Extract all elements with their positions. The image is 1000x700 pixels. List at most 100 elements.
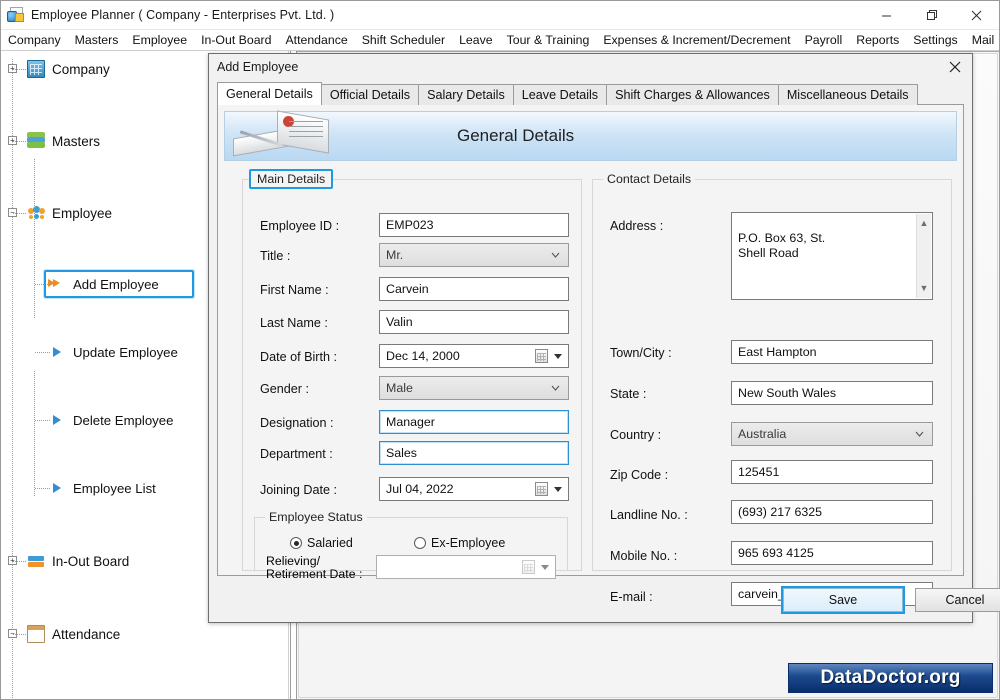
title-dropdown[interactable]: Mr. bbox=[379, 243, 569, 267]
menu-item-reports[interactable]: Reports bbox=[849, 32, 906, 48]
menu-item-settings[interactable]: Settings bbox=[906, 32, 964, 48]
mobile-field[interactable]: 965 693 4125 bbox=[731, 541, 933, 565]
landline-field[interactable]: (693) 217 6325 bbox=[731, 500, 933, 524]
date-of-birth-field[interactable]: Dec 14, 2000 bbox=[379, 344, 569, 368]
joining-date-label: Joining Date : bbox=[260, 483, 338, 497]
radio-salaried[interactable]: Salaried bbox=[290, 536, 353, 550]
designation-row: Designation : bbox=[260, 416, 334, 430]
cancel-button[interactable]: Cancel bbox=[915, 588, 1000, 612]
dialog-footer: Save Cancel bbox=[209, 576, 1000, 622]
landline-label: Landline No. : bbox=[610, 508, 688, 522]
sidebar-item-label: Employee List bbox=[73, 480, 156, 496]
calendar-icon[interactable] bbox=[535, 482, 548, 496]
menu-item-expenses[interactable]: Expenses & Increment/Decrement bbox=[596, 32, 797, 48]
address-field[interactable]: P.O. Box 63, St. Shell Road ▲ ▼ bbox=[731, 212, 933, 300]
zip-code-field[interactable]: 125451 bbox=[731, 460, 933, 484]
sidebar-item-daily-attendance[interactable]: Daily Attendance bbox=[1, 688, 288, 700]
state-label: State : bbox=[610, 387, 647, 401]
menu-item-tour-training[interactable]: Tour & Training bbox=[500, 32, 597, 48]
joining-date-field[interactable]: Jul 04, 2022 bbox=[379, 477, 569, 501]
tab-salary-details[interactable]: Salary Details bbox=[418, 84, 514, 105]
menu-item-masters[interactable]: Masters bbox=[68, 32, 126, 48]
employee-status-legend: Employee Status bbox=[265, 510, 367, 524]
main-details-legend: Main Details bbox=[249, 169, 334, 189]
employee-id-field[interactable]: EMP023 bbox=[379, 213, 569, 237]
arrow-icon bbox=[52, 343, 64, 361]
sidebar-item-label: Update Employee bbox=[73, 344, 178, 360]
calendar-icon bbox=[27, 625, 45, 643]
sidebar-item-label: Employee bbox=[52, 205, 113, 221]
title-row: Title : bbox=[260, 249, 290, 263]
menu-bar: Company Masters Employee In-Out Board At… bbox=[1, 30, 999, 51]
arrow-icon bbox=[52, 411, 64, 429]
menu-item-attendance[interactable]: Attendance bbox=[278, 32, 354, 48]
tab-leave-details[interactable]: Leave Details bbox=[512, 84, 608, 105]
tab-general-details[interactable]: General Details bbox=[217, 82, 322, 105]
menu-item-mail[interactable]: Mail bbox=[965, 32, 1000, 48]
chevron-down-icon[interactable] bbox=[554, 354, 562, 359]
sidebar-item-label: Company bbox=[52, 61, 110, 77]
window-title: Employee Planner ( Company - Enterprises… bbox=[31, 8, 335, 22]
calendar-icon[interactable] bbox=[535, 349, 548, 363]
country-dropdown[interactable]: Australia bbox=[731, 422, 933, 446]
tab-official-details[interactable]: Official Details bbox=[320, 84, 420, 105]
watermark-text: DataDoctor.org bbox=[820, 667, 961, 688]
zip-code-label: Zip Code : bbox=[610, 468, 669, 482]
page-title: General Details bbox=[457, 126, 575, 145]
tree-branch-line bbox=[34, 371, 35, 496]
menu-item-employee[interactable]: Employee bbox=[125, 32, 194, 48]
sidebar-item-label: Delete Employee bbox=[73, 412, 174, 428]
inout-icon bbox=[27, 552, 45, 570]
close-icon[interactable] bbox=[954, 1, 999, 30]
menu-item-company[interactable]: Company bbox=[1, 32, 68, 48]
chevron-down-icon bbox=[551, 385, 560, 391]
address-scrollbar[interactable]: ▲ ▼ bbox=[916, 214, 931, 298]
last-name-label: Last Name : bbox=[260, 316, 328, 330]
town-city-field[interactable]: East Hampton bbox=[731, 340, 933, 364]
chevron-down-icon[interactable] bbox=[554, 487, 562, 492]
dialog-title: Add Employee bbox=[217, 60, 299, 74]
scroll-down-icon[interactable]: ▼ bbox=[917, 281, 931, 296]
arrow-icon bbox=[52, 696, 64, 699]
mobile-label: Mobile No. : bbox=[610, 549, 678, 563]
tab-miscellaneous-details[interactable]: Miscellaneous Details bbox=[777, 84, 918, 105]
chevron-down-icon[interactable] bbox=[541, 565, 549, 570]
tab-shift-charges[interactable]: Shift Charges & Allowances bbox=[606, 84, 779, 105]
scroll-up-icon[interactable]: ▲ bbox=[917, 216, 931, 231]
department-label: Department : bbox=[260, 447, 333, 461]
department-row: Department : bbox=[260, 447, 333, 461]
gender-row: Gender : bbox=[260, 382, 309, 396]
close-icon[interactable] bbox=[938, 54, 972, 80]
first-name-label: First Name : bbox=[260, 283, 329, 297]
dob-value: Dec 14, 2000 bbox=[386, 349, 460, 363]
state-field[interactable]: New South Wales bbox=[731, 381, 933, 405]
title-value: Mr. bbox=[386, 248, 404, 262]
contact-details-legend: Contact Details bbox=[603, 172, 696, 186]
designation-field[interactable]: Manager bbox=[379, 410, 569, 434]
menu-item-leave[interactable]: Leave bbox=[452, 32, 500, 48]
menu-item-shift-scheduler[interactable]: Shift Scheduler bbox=[355, 32, 452, 48]
menu-item-payroll[interactable]: Payroll bbox=[798, 32, 850, 48]
building-icon bbox=[27, 60, 45, 78]
last-name-row: Last Name : bbox=[260, 316, 328, 330]
joining-date-row: Joining Date : bbox=[260, 483, 337, 497]
arrow-icon bbox=[52, 479, 64, 497]
calendar-icon[interactable] bbox=[522, 560, 535, 574]
radio-ex-employee[interactable]: Ex-Employee bbox=[414, 536, 505, 550]
window-controls bbox=[864, 1, 999, 30]
maximize-icon[interactable] bbox=[909, 1, 954, 30]
dialog-body: General Details Official Details Salary … bbox=[217, 82, 964, 606]
last-name-field[interactable]: Valin bbox=[379, 310, 569, 334]
save-button[interactable]: Save bbox=[783, 588, 903, 612]
department-field[interactable]: Sales bbox=[379, 441, 569, 465]
first-name-field[interactable]: Carvein bbox=[379, 277, 569, 301]
minimize-icon[interactable] bbox=[864, 1, 909, 30]
application-window: Employee Planner ( Company - Enterprises… bbox=[0, 0, 1000, 700]
title-label: Title : bbox=[260, 249, 291, 263]
notebook-pen-icon bbox=[233, 110, 353, 159]
menu-item-in-out-board[interactable]: In-Out Board bbox=[194, 32, 278, 48]
layers-icon bbox=[27, 132, 45, 150]
gender-dropdown[interactable]: Male bbox=[379, 376, 569, 400]
app-icon bbox=[7, 6, 25, 24]
chevron-down-icon bbox=[551, 252, 560, 258]
